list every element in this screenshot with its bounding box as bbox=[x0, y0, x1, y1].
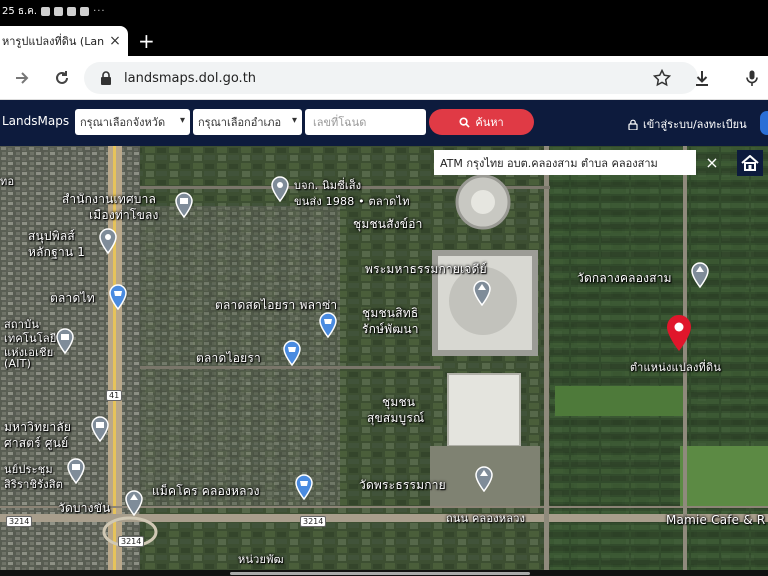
map-label: สิริราชิรังสิต bbox=[4, 478, 64, 491]
login-link[interactable]: เข้าสู่ระบบ/ลงทะเบียน bbox=[628, 115, 747, 133]
map-label: (AIT) bbox=[4, 357, 32, 370]
satellite-map[interactable]: สำนักงานเทศบาล เมืองท่าโขลง บจก. นิมซี่เ… bbox=[0, 146, 768, 570]
temple-poi-icon[interactable] bbox=[472, 280, 492, 306]
map-label: ตำแหน่งแปลงที่ดิน bbox=[630, 361, 722, 374]
shopping-poi-icon[interactable] bbox=[294, 474, 314, 500]
shopping-poi-icon[interactable] bbox=[108, 284, 128, 310]
map-label: Mamie Cafe & R bbox=[666, 513, 766, 527]
home-icon[interactable] bbox=[737, 150, 763, 176]
more-status-icon: ··· bbox=[93, 5, 106, 17]
route-shield: 3214 bbox=[300, 516, 327, 527]
map-label: ชุมชนสังข์อ่า bbox=[353, 217, 423, 231]
poi-pin-icon[interactable] bbox=[270, 176, 290, 202]
mail-icon bbox=[67, 6, 77, 16]
shopping-poi-icon[interactable] bbox=[282, 340, 302, 366]
chevron-down-icon: ▾ bbox=[291, 115, 297, 126]
lock-icon bbox=[628, 119, 638, 130]
map-label: รักษ์พัฒนา bbox=[362, 322, 419, 336]
map-label: ตลาดไท bbox=[50, 291, 95, 305]
route-shield: 3214 bbox=[118, 536, 145, 547]
browser-toolbar: landsmaps.dol.go.th bbox=[0, 56, 768, 100]
tab-title: หารูปแปลงที่ดิน (Lan bbox=[2, 35, 105, 48]
lock-icon[interactable] bbox=[98, 70, 114, 86]
status-bar: 25 ธ.ค. ··· bbox=[0, 0, 768, 22]
search-icon bbox=[459, 116, 471, 128]
map-label: ตลาดไอยรา bbox=[196, 351, 261, 365]
map-label: ขนส่ง 1988 • ตลาดไท bbox=[294, 195, 410, 208]
temple-poi-icon[interactable] bbox=[124, 490, 144, 516]
landsmaps-header: LandsMaps กรุณาเลือกจังหวัด ▾ กรุณาเลือก… bbox=[0, 100, 768, 146]
temple-poi-icon[interactable] bbox=[474, 466, 494, 492]
status-time: 25 ธ.ค. bbox=[2, 5, 38, 17]
temple-poi-icon[interactable] bbox=[690, 262, 710, 288]
login-label: เข้าสู่ระบบ/ลงทะเบียน bbox=[643, 118, 747, 131]
map-label: วัดกลางคลองสาม bbox=[577, 271, 672, 285]
youtube-icon bbox=[54, 6, 64, 16]
microphone-icon[interactable] bbox=[740, 66, 764, 90]
province-select-value: กรุณาเลือกจังหวัด bbox=[80, 116, 166, 129]
new-tab-button[interactable]: + bbox=[138, 29, 155, 53]
map-label: สุขสมบูรณ์ bbox=[367, 411, 425, 425]
province-select[interactable]: กรุณาเลือกจังหวัด ▾ bbox=[75, 109, 190, 135]
notification-icon bbox=[41, 6, 51, 16]
search-button-label: ค้นหา bbox=[475, 116, 504, 129]
map-label: หน่วยพัฒ bbox=[238, 553, 284, 566]
map-label: วัดพระธรรมกาย bbox=[359, 478, 446, 492]
deed-number-input[interactable]: เลขที่โฉนด bbox=[305, 109, 426, 135]
tab-strip: หารูปแปลงที่ดิน (Lan × + bbox=[0, 22, 768, 56]
land-location-pin-icon[interactable] bbox=[665, 314, 693, 352]
close-icon[interactable]: × bbox=[702, 150, 722, 175]
close-tab-icon[interactable]: × bbox=[106, 33, 124, 49]
map-label: แม็คโคร คลองหลวง bbox=[152, 484, 260, 498]
reload-icon[interactable] bbox=[50, 66, 74, 90]
home-indicator[interactable] bbox=[230, 572, 530, 575]
landsmaps-logo[interactable]: LandsMaps bbox=[2, 114, 69, 128]
map-label: หลักฐาน 1 bbox=[28, 245, 86, 259]
forward-icon[interactable] bbox=[10, 66, 34, 90]
map-label: ทอ bbox=[0, 175, 15, 188]
poi-popup: ATM กรุงไทย อบต.คลองสาม ตำบล คลองสาม bbox=[434, 150, 696, 175]
trash-icon bbox=[80, 6, 90, 16]
browser-tab[interactable]: หารูปแปลงที่ดิน (Lan × bbox=[0, 26, 128, 56]
district-select[interactable]: กรุณาเลือกอำเภอ ▾ bbox=[193, 109, 302, 135]
gesture-bar bbox=[0, 570, 768, 576]
map-label: ศาสตร์ ศูนย์ bbox=[4, 436, 69, 450]
menu-button[interactable] bbox=[760, 111, 768, 135]
bookmark-star-icon[interactable] bbox=[650, 66, 674, 90]
map-label: ถนน คลองหลวง bbox=[446, 512, 526, 525]
chevron-down-icon: ▾ bbox=[179, 115, 185, 126]
building-poi-icon[interactable] bbox=[174, 192, 194, 218]
map-label: เมืองท่าโขลง bbox=[89, 208, 159, 222]
route-shield: 41 bbox=[106, 390, 123, 401]
building-poi-icon[interactable] bbox=[55, 328, 75, 354]
search-button[interactable]: ค้นหา bbox=[429, 109, 534, 135]
url-text: landsmaps.dol.go.th bbox=[124, 70, 257, 86]
building-poi-icon[interactable] bbox=[90, 416, 110, 442]
route-shield: 3214 bbox=[6, 516, 33, 527]
poi-pin-icon[interactable] bbox=[98, 228, 118, 254]
shopping-poi-icon[interactable] bbox=[318, 312, 338, 338]
map-label: พระมหาธรรมกายเจดีย์ bbox=[365, 262, 487, 276]
map-label: วัดบางขัน bbox=[58, 501, 111, 515]
district-select-value: กรุณาเลือกอำเภอ bbox=[198, 116, 282, 129]
download-icon[interactable] bbox=[690, 66, 714, 90]
address-bar[interactable]: landsmaps.dol.go.th bbox=[84, 62, 698, 94]
building-poi-icon[interactable] bbox=[66, 458, 86, 484]
